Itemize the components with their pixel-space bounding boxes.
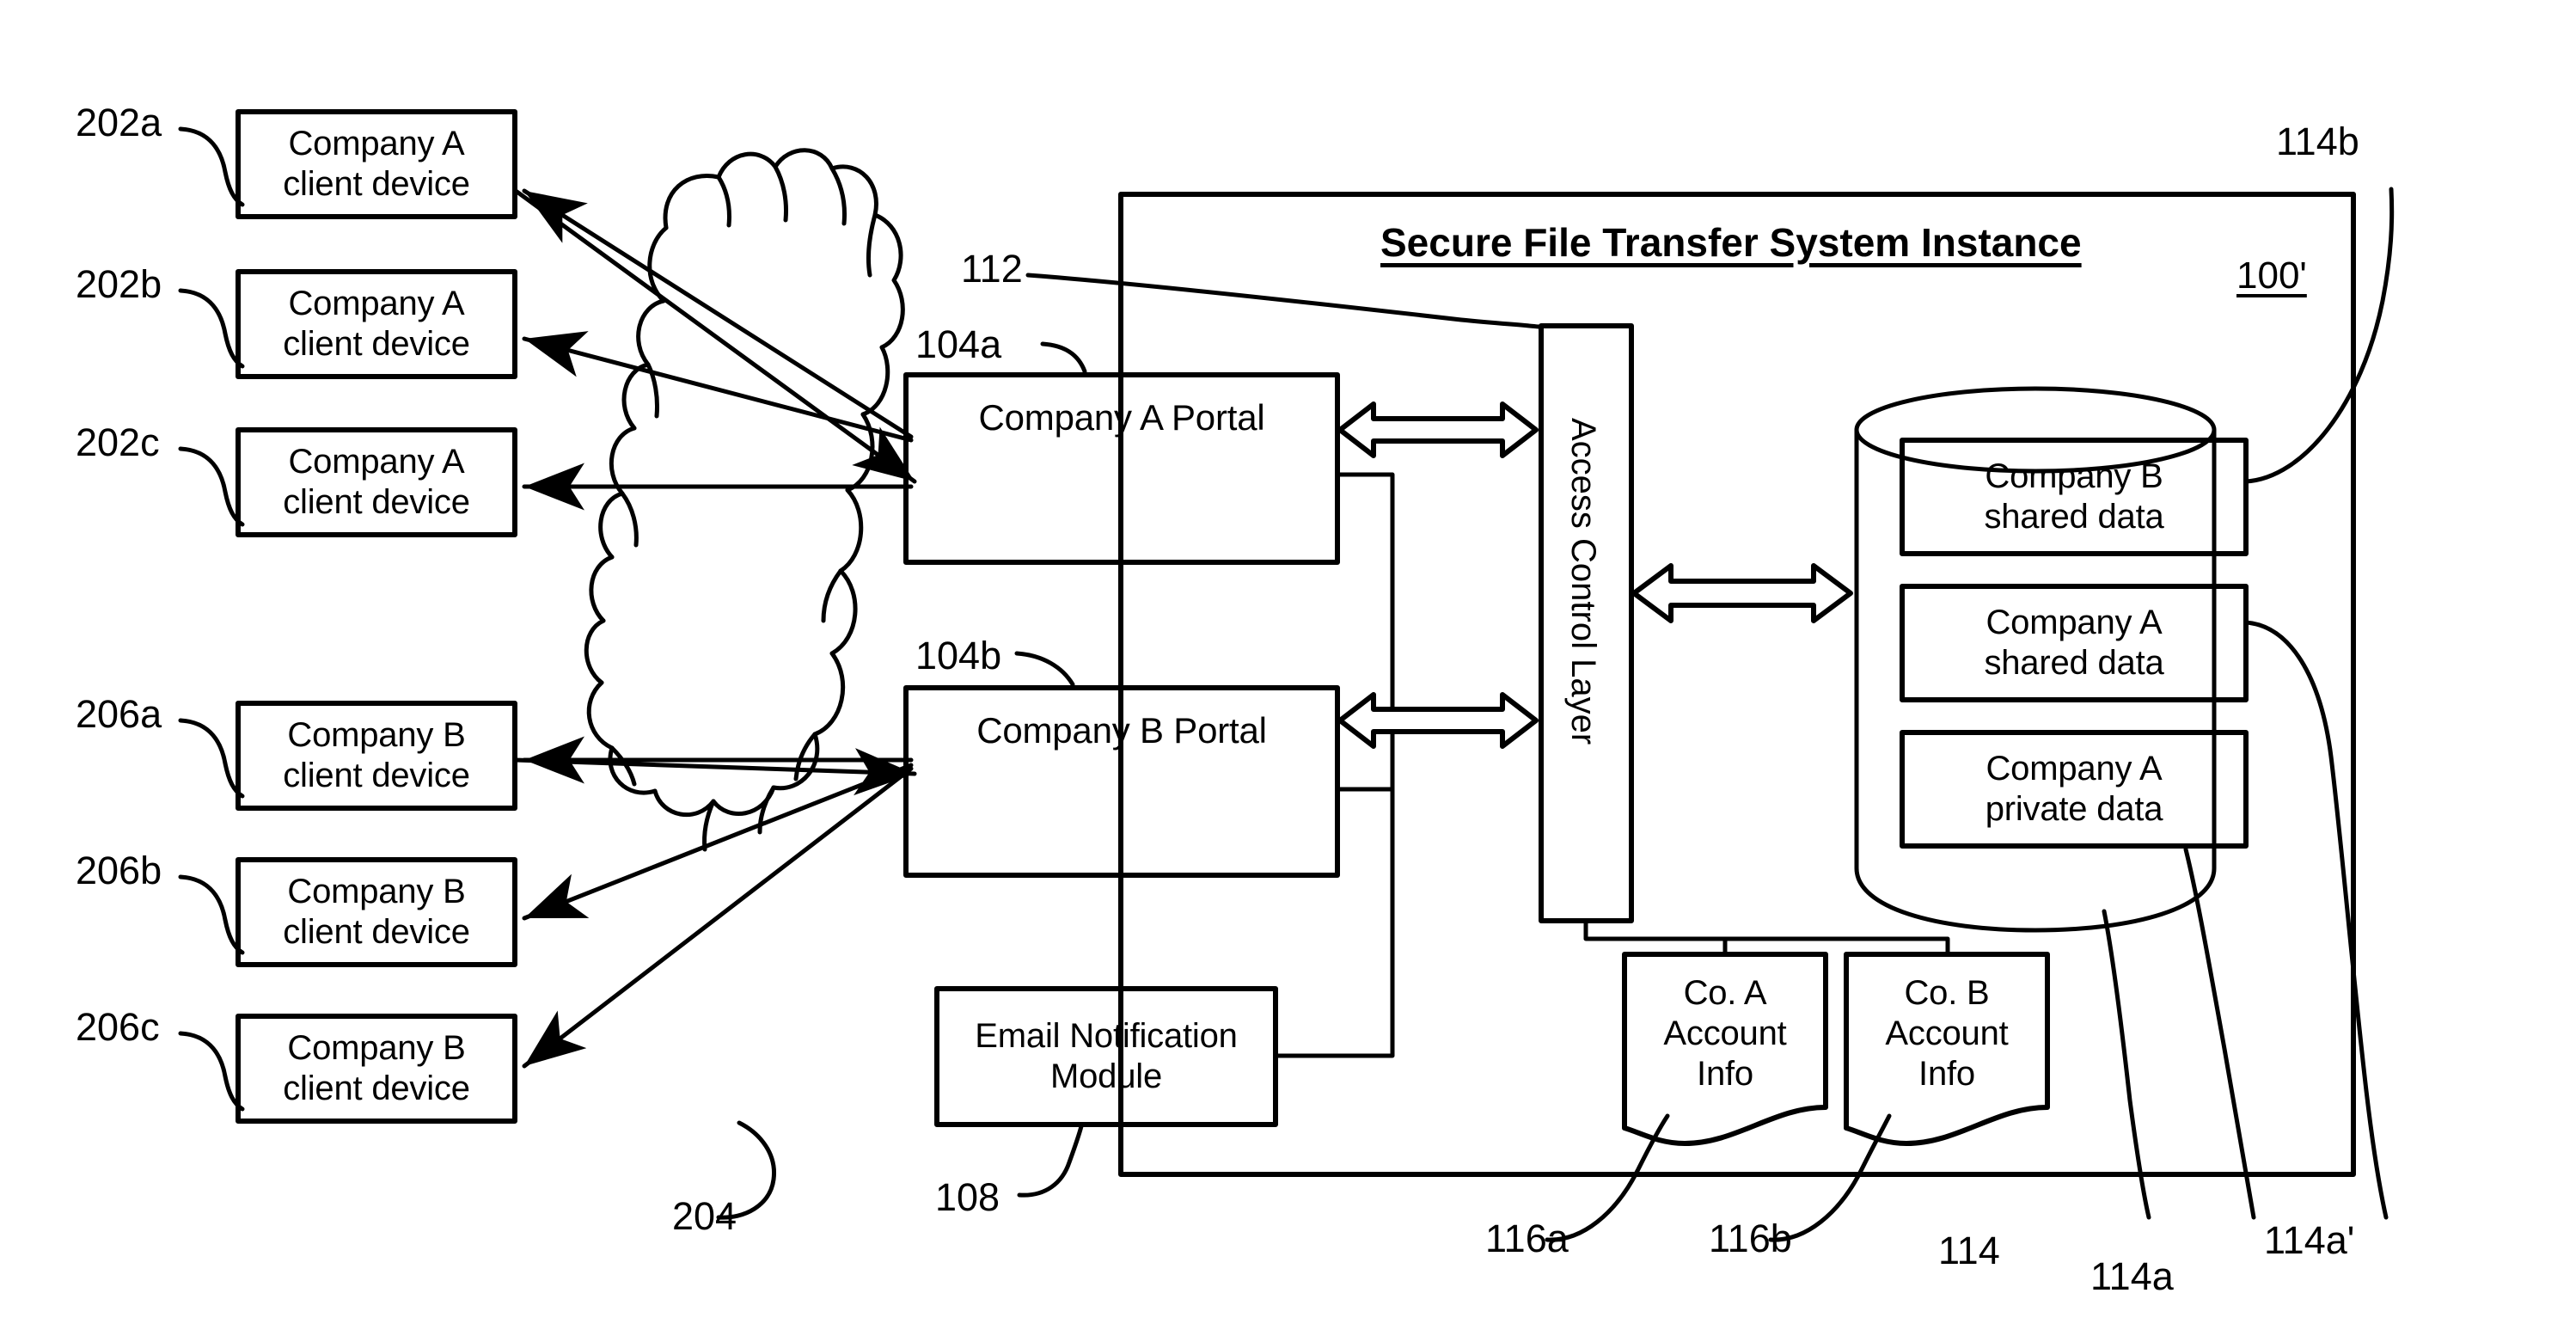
ref-104b: 104b (915, 634, 1002, 677)
cloud-tick-7 (793, 732, 817, 781)
client-device-202a-label: Company A client device (283, 124, 470, 203)
leader-206c (178, 1031, 245, 1112)
arrow-portalB-to-206c (522, 766, 914, 1069)
ref-104a: 104a (915, 322, 1002, 366)
ref-114a-prime: 114a' (2264, 1218, 2355, 1262)
leader-108 (1017, 1124, 1084, 1198)
portal-a-label: Company A Portal (978, 397, 1265, 438)
ref-206b: 206b (76, 849, 162, 892)
leader-206a (178, 718, 245, 799)
ref-116b: 116b (1709, 1217, 1792, 1260)
db-partition-114b-label: Company B shared data (1984, 457, 2164, 536)
cloud-tick-4 (866, 212, 878, 278)
leader-104b (1014, 651, 1075, 687)
leader-206b (178, 874, 245, 955)
client-device-202c-label: Company A client device (283, 442, 470, 521)
ref-112: 112 (961, 247, 1023, 291)
access-control-layer-label: Access Control Layer (1564, 418, 1602, 745)
ref-114a: 114a (2090, 1254, 2174, 1298)
cloud-tick-10 (821, 568, 843, 623)
client-device-202b-label: Company A client device (283, 284, 470, 363)
leader-202c (178, 446, 245, 527)
ref-206a: 206a (76, 692, 162, 736)
arrow-portalB-to-206b (522, 763, 914, 921)
cloud-tick-3 (829, 166, 847, 226)
ref-114: 114 (1938, 1229, 2000, 1272)
leader-202a (178, 126, 245, 207)
figure-title: Secure File Transfer System Instance (1380, 220, 2082, 265)
cloud-tick-5 (620, 491, 639, 548)
leader-104a (1040, 341, 1087, 374)
arrow-portalA-acl (1337, 401, 1539, 458)
ref-202a: 202a (76, 101, 162, 144)
ref-202b: 202b (76, 262, 162, 306)
arrow-202a-to-portalA (513, 188, 917, 484)
cloud-tick-8 (757, 785, 776, 835)
portal-b-label: Company B Portal (976, 710, 1267, 751)
cloud-tick-9 (702, 799, 716, 852)
ref-114b: 114b (2276, 120, 2359, 163)
cloud-tick-11 (609, 745, 637, 787)
ref-108: 108 (935, 1175, 1000, 1219)
account-info-116a-label: Co. A Account Info (1663, 974, 1787, 1094)
arrow-206a-to-portalB (513, 748, 917, 796)
db-partition-114a-label: Company A shared data (1984, 603, 2164, 682)
leader-114b (2243, 187, 2395, 484)
system-reference-number: 100' (2236, 254, 2307, 297)
account-info-116b-label: Co. B Account Info (1885, 974, 2009, 1094)
db-partition-114a-prime-label: Company A private data (1985, 749, 2163, 828)
client-device-206a-label: Company B client device (283, 715, 470, 794)
arrow-portalA-to-202b (522, 331, 914, 443)
patent-figure-canvas: Secure File Transfer System Instance 100… (0, 0, 2576, 1330)
ref-116a: 116a (1485, 1217, 1569, 1260)
arrow-portalA-to-202a (522, 188, 914, 439)
network-cloud-icon (584, 148, 905, 818)
cloud-tick-2 (773, 164, 788, 223)
leader-112 (1025, 273, 1541, 329)
arrow-acl-database (1631, 563, 1853, 623)
client-device-206b-label: Company B client device (283, 872, 470, 951)
leader-202b (178, 288, 245, 369)
cloud-tick-6 (646, 362, 659, 419)
email-module-label: Email Notification Module (975, 1016, 1238, 1095)
ref-202c: 202c (76, 420, 160, 464)
leader-114 (2102, 909, 2151, 1220)
leader-114a-prime (2243, 620, 2389, 1220)
arrow-portalB-acl (1337, 692, 1539, 749)
leader-114a (2183, 847, 2256, 1220)
ref-206c: 206c (76, 1005, 160, 1049)
ref-204-network: 204 (672, 1194, 737, 1238)
cloud-tick-1 (716, 175, 731, 228)
client-device-206c-label: Company B client device (283, 1028, 470, 1107)
